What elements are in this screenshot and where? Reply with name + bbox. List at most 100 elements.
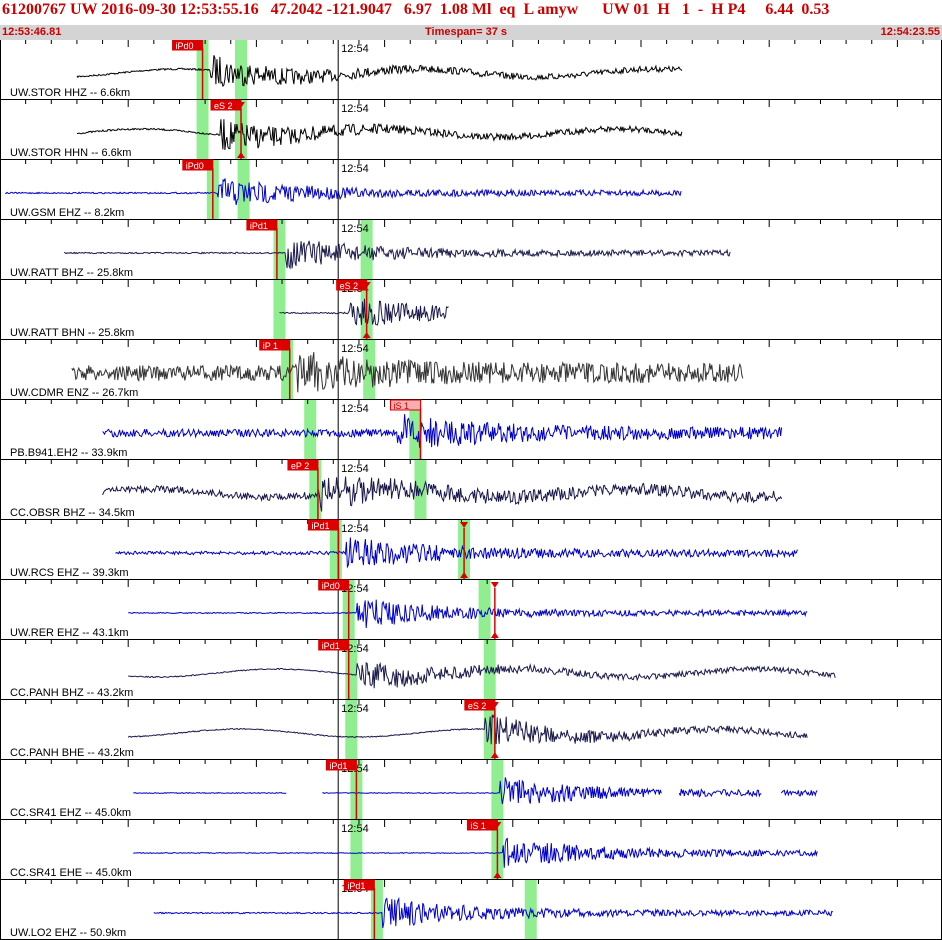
timespan-label: Timespan= xyxy=(425,26,483,38)
phase-pick-label: eP 2 xyxy=(291,461,309,471)
value-1: 6.44 xyxy=(765,1,794,18)
channel-panel[interactable]: 12:54iPd1UW.LO2 EHZ -- 50.9km xyxy=(0,879,942,940)
event-type: eq xyxy=(499,1,516,18)
channel-panel[interactable]: 12:54 eP 2 CC.OBSR BHZ -- 34.5km xyxy=(0,459,942,520)
depth: 6.97 xyxy=(403,1,432,18)
origin-time: 2016-09-30 12:53:55.16 xyxy=(101,1,259,18)
waveform-trace xyxy=(63,240,731,270)
start-time: 12:53:46.81 xyxy=(2,26,62,38)
minute-tick-label: 12:54 xyxy=(341,223,369,235)
pick-window xyxy=(237,160,250,220)
minute-tick-label: 12:54 xyxy=(341,343,369,355)
phase-pick-label: iPd0 xyxy=(186,161,204,171)
event-network: UW xyxy=(70,1,98,18)
timespan-value: 37 s xyxy=(485,26,508,38)
channel-panel[interactable]: 12:54eS 2UW.RATT BHN -- 25.8km xyxy=(0,279,942,340)
value-2: 0.53 xyxy=(801,1,830,18)
phase-pick-label: iPd1 xyxy=(250,221,268,231)
phase-pick-label: iPd0 xyxy=(322,581,340,591)
waveform-trace xyxy=(128,599,808,629)
phase-pick-label: iS 1 xyxy=(393,401,409,411)
channel-label: UW.LO2 EHZ -- 50.9km xyxy=(10,927,126,939)
waveform-trace xyxy=(76,55,683,88)
phase-pick-label: iPd1 xyxy=(347,881,365,891)
pick-window xyxy=(235,40,248,100)
channel-label: CC.SR41 EHZ -- 45.0km xyxy=(10,807,131,819)
channel-label: UW.RATT BHN -- 25.8km xyxy=(10,327,134,339)
event-summary-header: 61200767 UW 2016-09-30 12:53:55.16 47.20… xyxy=(0,0,942,25)
waveform-trace xyxy=(102,476,783,512)
waveform-trace xyxy=(102,414,783,448)
channel-label: CC.PANH BHE -- 43.2km xyxy=(10,747,134,759)
channel-panel[interactable]: 12:54 eS 2 CC.PANH BHE -- 43.2km xyxy=(0,699,942,760)
timespan: Timespan= 37 s xyxy=(425,25,507,40)
end-time: 12:54:23.55 xyxy=(880,26,940,38)
phase-pick-label: iPd1 xyxy=(329,761,347,771)
channel-panel[interactable]: 12:54 iPd1 UW.RATT BHZ -- 25.8km xyxy=(0,219,942,280)
waveform-trace xyxy=(153,896,834,929)
phase-pick-label: iPd0 xyxy=(176,41,194,51)
channel-label: UW.CDMR ENZ -- 26.7km xyxy=(10,387,138,399)
event-id: 61200767 xyxy=(2,1,66,18)
channel-panel[interactable]: 12:54 iPd1 UW.RCS EHZ -- 39.3km xyxy=(0,519,942,580)
channel-label: UW.STOR HHZ -- 6.6km xyxy=(10,87,130,99)
latitude: 47.2042 xyxy=(270,1,323,18)
phase-pick-label: eS 2 xyxy=(214,101,233,111)
longitude: -121.9047 xyxy=(326,1,392,18)
waveform-trace xyxy=(5,178,682,206)
phase-pick-label: iP 1 xyxy=(263,341,278,351)
waveform-trace xyxy=(133,837,818,868)
channel-panel[interactable]: 12:54iPd1CC.SR41 EHZ -- 45.0km xyxy=(0,759,942,820)
waveform-trace xyxy=(128,661,836,689)
channel-panel[interactable]: 12:54 iS 1 CC.SR41 EHE -- 45.0km xyxy=(0,819,942,880)
minute-tick-label: 12:54 xyxy=(341,43,369,55)
phase-pick-label: eS 2 xyxy=(340,281,359,291)
channel-label: UW.RATT BHZ -- 25.8km xyxy=(10,267,133,279)
channel-label: CC.OBSR BHZ -- 34.5km xyxy=(10,507,135,519)
pick-window xyxy=(478,580,491,640)
seismogram-panel[interactable]: 12:54 iPd0 UW.STOR HHZ -- 6.6km 12:54 eS 2 UW… xyxy=(0,40,942,940)
analyst: amyw xyxy=(537,1,579,18)
time-bar: 12:53:46.81 Timespan= 37 s 12:54:23.55 xyxy=(0,25,942,40)
phase-pick-label: iPd1 xyxy=(311,521,329,531)
channel-panel[interactable]: 12:54iPd1CC.PANH BHZ -- 43.2km xyxy=(0,639,942,700)
magnitude: 1.08 Ml xyxy=(439,1,492,18)
minute-tick-label: 12:54 xyxy=(341,103,369,115)
solution-info: UW 01 H 1 - H P4 xyxy=(602,1,746,18)
waveform-trace xyxy=(71,352,744,393)
pick-marker-down-icon[interactable] xyxy=(490,582,499,588)
pick-marker-up-icon[interactable] xyxy=(490,632,499,638)
channel-label: UW.STOR HHN -- 6.6km xyxy=(10,147,131,159)
event-summary-line: 61200767 UW 2016-09-30 12:53:55.16 47.20… xyxy=(2,1,829,19)
channel-label: UW.RER EHZ -- 43.1km xyxy=(10,627,129,639)
pick-window xyxy=(491,760,504,820)
phase-pick-label: iPd1 xyxy=(322,641,340,651)
waveform-trace xyxy=(127,713,808,745)
pick-window xyxy=(304,400,317,460)
minute-tick-label: 12:54 xyxy=(341,523,369,535)
minute-tick-label: 12:54 xyxy=(341,823,369,835)
phase-pick-label: eS 2 xyxy=(468,701,487,711)
channel-panel[interactable]: 12:54iPd0UW.RER EHZ -- 43.1km xyxy=(0,579,942,640)
channel-panel[interactable]: 12:54 iPd0 UW.GSM EHZ -- 8.2km xyxy=(0,159,942,220)
minute-tick-label: 12:54 xyxy=(341,163,369,175)
channel-label: CC.PANH BHZ -- 43.2km xyxy=(10,687,133,699)
minute-tick-label: 12:54 xyxy=(341,463,369,475)
waveform-trace xyxy=(115,537,798,569)
phase-pick-label: iS 1 xyxy=(470,821,486,831)
channel-label: UW.RCS EHZ -- 39.3km xyxy=(10,567,129,579)
channel-label: PB.B941.EH2 -- 33.9km xyxy=(10,447,127,459)
channel-label: UW.GSM EHZ -- 8.2km xyxy=(10,207,124,219)
channel-panel[interactable]: 12:54 iS 1 PB.B941.EH2 -- 33.9km xyxy=(0,399,942,460)
pick-window xyxy=(273,280,286,340)
waveform-trace xyxy=(133,777,818,805)
minute-tick-label: 12:54 xyxy=(341,703,369,715)
channel-panel[interactable]: 12:54 iP 1 UW.CDMR ENZ -- 26.7km xyxy=(0,339,942,400)
channel-panel[interactable]: 12:54 iPd0 UW.STOR HHZ -- 6.6km xyxy=(0,40,942,100)
pick-window xyxy=(196,100,209,160)
channel-label: CC.SR41 EHE -- 45.0km xyxy=(10,867,132,879)
geo-type: L xyxy=(523,1,534,18)
minute-tick-label: 12:54 xyxy=(341,403,369,415)
waveform-trace xyxy=(76,119,683,151)
channel-panel[interactable]: 12:54 eS 2 UW.STOR HHN -- 6.6km xyxy=(0,99,942,160)
